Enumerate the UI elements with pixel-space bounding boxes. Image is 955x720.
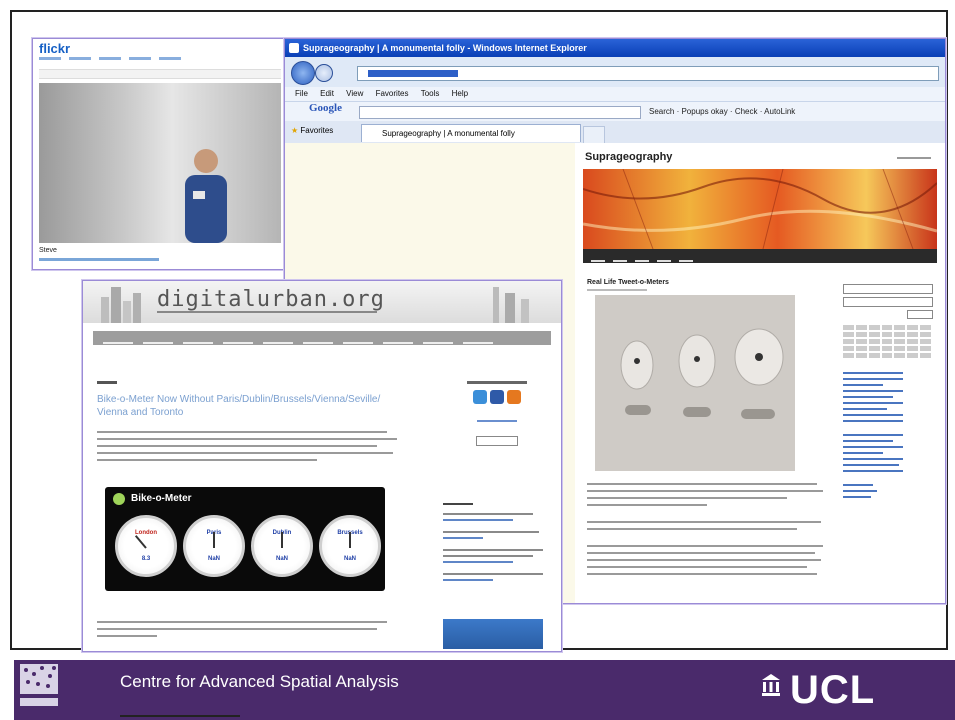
- recent-comments[interactable]: [843, 434, 935, 472]
- ie-navigation: [285, 57, 945, 87]
- subscribe-link[interactable]: [477, 420, 517, 422]
- dial-dublin: Dublin NaN: [251, 515, 313, 577]
- dial-city-label: London: [135, 530, 157, 536]
- du-post-body: [97, 431, 397, 466]
- rss-icon[interactable]: [507, 390, 521, 404]
- du-post-title[interactable]: Bike-o-Meter Now Without Paris/Dublin/Br…: [97, 393, 397, 419]
- dial-value: NaN: [207, 556, 220, 562]
- google-search-input[interactable]: [359, 106, 641, 119]
- dial-london: London 8.3: [115, 515, 177, 577]
- blog-site-title[interactable]: Suprageography: [585, 151, 672, 163]
- digitalurban-menu[interactable]: [93, 331, 551, 345]
- sidebar-search-button[interactable]: [907, 310, 933, 319]
- favorites-button[interactable]: ★ Favorites: [291, 126, 333, 135]
- back-button[interactable]: [291, 61, 315, 85]
- calendar-widget: [843, 325, 931, 358]
- blog-post-title[interactable]: Real Life Tweet-o-Meters: [587, 279, 669, 286]
- bike-o-meter-title: Bike-o-Meter: [131, 493, 192, 504]
- footer-rule: [120, 715, 240, 717]
- social-icons: [443, 390, 551, 404]
- bike-o-meter-widget: Bike-o-Meter London 8.3 Paris NaN Dublin…: [105, 487, 385, 591]
- dial-value: 8.3: [141, 556, 151, 562]
- digitalurban-header: digitalurban.org: [83, 281, 561, 323]
- menu-file[interactable]: File: [295, 89, 308, 98]
- casa-logo: [18, 662, 60, 710]
- skyline-logo: [101, 287, 141, 323]
- address-bar[interactable]: [357, 66, 939, 81]
- blog-header-map: [583, 169, 937, 249]
- meta-links[interactable]: [843, 484, 935, 498]
- google-toolbar-tools[interactable]: Search · Popups okay · Check · AutoLink: [649, 102, 795, 122]
- sidebar-search-input[interactable]: [843, 297, 933, 307]
- dial-paris: Paris NaN: [183, 515, 245, 577]
- book-ad-banner[interactable]: [443, 619, 543, 649]
- flickr-screenshot: flickr Steve: [32, 38, 288, 270]
- latest-news: [443, 503, 553, 585]
- flickr-caption: Steve: [39, 247, 57, 254]
- digitalurban-screenshot: digitalurban.org Bike-o-Meter Now Withou…: [82, 280, 562, 652]
- ie-icon: [289, 43, 299, 53]
- dial-value: NaN: [275, 556, 288, 562]
- menu-help[interactable]: Help: [452, 89, 468, 98]
- google-toolbar: Google Search · Popups okay · Check · Au…: [285, 101, 945, 122]
- menu-view[interactable]: View: [346, 89, 363, 98]
- dial-needle: [213, 532, 215, 548]
- dial-needle: [281, 532, 283, 548]
- facebook-icon[interactable]: [490, 390, 504, 404]
- flickr-photo: [39, 83, 281, 243]
- ie-tab-row: ★ Favorites Suprageography | A monumenta…: [285, 121, 945, 144]
- digitalurban-site-title[interactable]: digitalurban.org: [157, 287, 385, 312]
- dial-value: NaN: [343, 556, 356, 562]
- blog-post-body: [587, 483, 827, 580]
- blog-post-meta: [587, 289, 647, 291]
- blog-nav-bar: [583, 249, 937, 263]
- new-tab-button[interactable]: [583, 126, 605, 144]
- ucl-logo: UCL: [790, 668, 876, 712]
- dial-needle: [134, 535, 147, 549]
- subscribe-heading: [467, 381, 527, 384]
- person-image: [185, 149, 227, 243]
- ucl-portico-icon: [762, 674, 780, 696]
- menu-edit[interactable]: Edit: [320, 89, 334, 98]
- du-post-footer-text: [97, 621, 397, 642]
- blog-tagline: [897, 157, 931, 159]
- flickr-logo[interactable]: flickr: [39, 41, 70, 56]
- google-logo[interactable]: Google: [309, 102, 342, 114]
- tower-graphic: [493, 287, 529, 323]
- du-sidebar: [443, 381, 551, 446]
- dial-brussels: Brussels NaN: [319, 515, 381, 577]
- twitter-icon[interactable]: [473, 390, 487, 404]
- readers-badge[interactable]: [476, 436, 518, 446]
- archive-select[interactable]: [843, 284, 933, 294]
- menu-tools[interactable]: Tools: [421, 89, 440, 98]
- forward-button[interactable]: [315, 64, 333, 82]
- blogroll-links[interactable]: [843, 372, 935, 422]
- ie-menu-bar: File Edit View Favorites Tools Help: [285, 87, 945, 101]
- blog-post-photo: [595, 295, 795, 471]
- blog-sidebar: [843, 275, 935, 595]
- flickr-toolbar: [39, 69, 281, 79]
- slide: flickr Steve Suprageography | A monument…: [0, 0, 955, 720]
- ie-title-bar: Suprageography | A monumental folly - Wi…: [285, 39, 945, 57]
- bike-o-meter-logo: [113, 493, 125, 505]
- menu-favorites[interactable]: Favorites: [376, 89, 409, 98]
- dial-needle: [349, 532, 351, 548]
- flickr-nav: [39, 57, 279, 63]
- post-date: [97, 381, 117, 384]
- digitalurban-tagline: [157, 311, 377, 313]
- blog-page: Suprageography Real Life Tweet-o-Meters: [575, 143, 945, 603]
- flickr-link[interactable]: [39, 258, 159, 261]
- ie-window-title: Suprageography | A monumental folly - Wi…: [303, 43, 587, 53]
- centre-name: Centre for Advanced Spatial Analysis: [120, 672, 399, 691]
- tab-suprageography[interactable]: Suprageography | A monumental folly: [361, 124, 581, 142]
